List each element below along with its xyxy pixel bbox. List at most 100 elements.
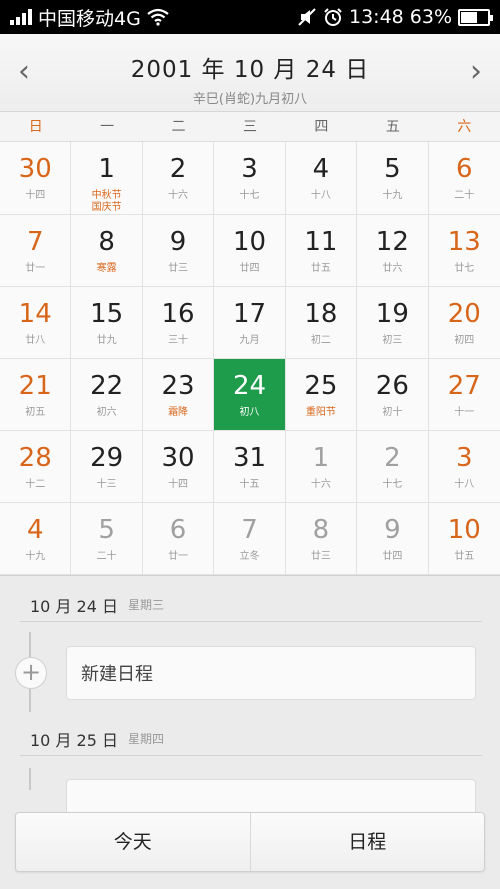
- calendar-day[interactable]: 31 十五: [214, 431, 286, 503]
- calendar-day[interactable]: 21 初五: [0, 359, 72, 431]
- day-number: 4: [312, 154, 330, 184]
- day-number: 10: [232, 227, 267, 257]
- calendar-day-selected[interactable]: 24 初八: [214, 359, 286, 431]
- calendar-day[interactable]: 26 初十: [357, 359, 429, 431]
- day-number: 25: [304, 371, 338, 401]
- day-number: 14: [18, 299, 52, 329]
- day-number: 16: [161, 299, 195, 329]
- calendar-day[interactable]: 5 十九: [357, 142, 429, 215]
- timeline-line: [29, 768, 31, 790]
- calendar-day[interactable]: 16 三十: [142, 287, 215, 359]
- weekday-label: 一: [100, 119, 115, 135]
- calendar-day[interactable]: 2 十六: [142, 142, 215, 215]
- calendar-day[interactable]: 6 二十: [428, 142, 500, 215]
- lunar-date: 初四: [454, 335, 475, 346]
- lunar-date: 立冬: [239, 551, 260, 562]
- day-number: 23: [161, 371, 195, 401]
- calendar-day[interactable]: 30 十四: [142, 431, 215, 503]
- day-number: 30: [18, 154, 52, 184]
- festival-label: 中秋节 国庆节: [91, 190, 122, 213]
- day-number: 8: [98, 227, 115, 257]
- calendar-day[interactable]: 7 廿一: [0, 215, 72, 287]
- bottom-bar: 今天 日程: [15, 812, 485, 872]
- day-number: 22: [90, 371, 124, 401]
- festival-label: 寒露: [96, 263, 117, 274]
- calendar-day[interactable]: 10 廿四: [214, 215, 286, 287]
- today-button[interactable]: 今天: [16, 813, 251, 871]
- day-number: 15: [90, 299, 124, 329]
- calendar-day[interactable]: 1 中秋节 国庆节: [71, 142, 143, 215]
- day-number: 19: [375, 299, 409, 329]
- chevron-left-icon[interactable]: ‹: [4, 54, 44, 89]
- day-number: 6: [169, 515, 187, 545]
- signal-icon: [10, 9, 32, 25]
- calendar-day[interactable]: 17 九月: [214, 287, 286, 359]
- calendar-day[interactable]: 19 初三: [357, 287, 429, 359]
- lunar-date: 廿四: [239, 263, 260, 274]
- calendar-day[interactable]: 12 廿六: [357, 215, 429, 287]
- events-button[interactable]: 日程: [251, 813, 485, 871]
- calendar-day[interactable]: 29 十三: [71, 431, 143, 503]
- new-event-label: 新建日程: [81, 664, 153, 685]
- day-number: 11: [304, 227, 338, 257]
- schedule-date-row: 10 月 24 日 星期三: [20, 588, 482, 622]
- lunar-date: 廿一: [25, 263, 46, 274]
- battery-percent: 63%: [409, 6, 452, 28]
- lunar-date: 廿六: [382, 263, 403, 274]
- calendar-day[interactable]: 11 廿五: [285, 215, 358, 287]
- schedule-weekday: 星期四: [127, 732, 164, 746]
- lunar-date: 初五: [25, 407, 46, 418]
- calendar-day[interactable]: 30 十四: [0, 142, 72, 215]
- calendar-day[interactable]: 7 立冬: [214, 503, 286, 575]
- calendar-day[interactable]: 4 十八: [285, 142, 358, 215]
- day-number: 3: [241, 154, 258, 184]
- lunar-date: 十六: [310, 479, 331, 490]
- schedule-date-row: 10 月 25 日 星期四: [20, 722, 482, 756]
- lunar-date: 廿三: [168, 263, 189, 274]
- lunar-date: 廿八: [25, 335, 46, 346]
- calendar-day[interactable]: 8 寒露: [71, 215, 143, 287]
- calendar-day[interactable]: 1 十六: [285, 431, 358, 503]
- calendar-day[interactable]: 25 重阳节: [285, 359, 358, 431]
- calendar-day[interactable]: 9 廿四: [357, 503, 429, 575]
- calendar-day[interactable]: 9 廿三: [142, 215, 215, 287]
- lunar-date: 十四: [168, 479, 189, 490]
- calendar-day[interactable]: 28 十二: [0, 431, 72, 503]
- schedule-date: 10 月 25 日: [30, 730, 118, 750]
- calendar-day[interactable]: 8 廿三: [285, 503, 358, 575]
- calendar-day[interactable]: 3 十八: [428, 431, 500, 503]
- lunar-date: 廿五: [454, 551, 475, 562]
- calendar-day[interactable]: 4 十九: [0, 503, 72, 575]
- calendar-day[interactable]: 27 十一: [428, 359, 500, 431]
- day-number: 4: [26, 515, 44, 545]
- calendar-grid: 30 十四 1 中秋节 国庆节 2 十六 3 十七 4 十八 5 十九 6 二十 7 廿一 8 寒露 9 廿三 10 廿四…: [0, 142, 500, 575]
- calendar-day[interactable]: 10 廿五: [428, 503, 500, 575]
- clock-label: 13:48: [349, 6, 404, 28]
- calendar-day[interactable]: 5 二十: [71, 503, 143, 575]
- lunar-date: 十八: [310, 190, 331, 201]
- wifi-icon: [147, 8, 169, 26]
- add-event-button[interactable]: +: [15, 657, 47, 689]
- battery-icon: [458, 8, 493, 26]
- calendar-day[interactable]: 2 十七: [357, 431, 429, 503]
- lunar-date: 初六: [96, 407, 117, 418]
- page-title: 2001 年 10 月 24 日: [130, 57, 370, 83]
- calendar-day[interactable]: 14 廿八: [0, 287, 72, 359]
- new-event-card[interactable]: 新建日程: [66, 646, 476, 700]
- lunar-subtitle: 辛巳(肖蛇)九月初八: [192, 92, 308, 107]
- calendar-day[interactable]: 3 十七: [214, 142, 286, 215]
- day-number: 28: [18, 443, 52, 473]
- calendar-day[interactable]: 18 初二: [285, 287, 358, 359]
- calendar-day[interactable]: 20 初四: [428, 287, 500, 359]
- calendar-day[interactable]: 15 廿九: [71, 287, 143, 359]
- lunar-date: 十二: [25, 479, 46, 490]
- lunar-date: 十九: [25, 551, 46, 562]
- day-number: 29: [90, 443, 124, 473]
- calendar-day[interactable]: 22 初六: [71, 359, 143, 431]
- chevron-right-icon[interactable]: ›: [456, 54, 496, 89]
- weekday-label: 日: [28, 119, 43, 135]
- day-number: 27: [447, 371, 481, 401]
- calendar-day[interactable]: 23 霜降: [142, 359, 215, 431]
- calendar-day[interactable]: 13 廿七: [428, 215, 500, 287]
- calendar-day[interactable]: 6 廿一: [142, 503, 215, 575]
